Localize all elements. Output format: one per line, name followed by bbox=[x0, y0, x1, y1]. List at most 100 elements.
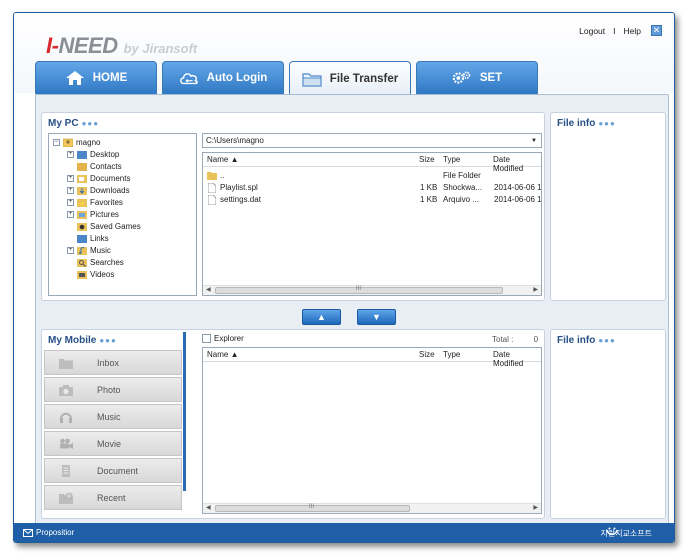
mobile-nav-document[interactable]: Document bbox=[44, 458, 182, 483]
chevron-down-icon[interactable]: ▼ bbox=[531, 136, 537, 147]
horizontal-scrollbar[interactable]: ◀ III ▶ bbox=[203, 503, 541, 513]
scroll-right-icon[interactable]: ▶ bbox=[533, 286, 538, 293]
favorites-folder-icon bbox=[77, 198, 87, 207]
scroll-right-icon[interactable]: ▶ bbox=[533, 504, 538, 511]
column-size[interactable]: Size bbox=[419, 155, 435, 164]
mobile-file-list[interactable]: Name ▲ Size Type Date Modified ◀ III ▶ bbox=[202, 347, 542, 514]
scroll-thumb[interactable]: III bbox=[215, 286, 503, 294]
tab-file-transfer-label: File Transfer bbox=[329, 72, 399, 85]
tab-home[interactable]: HOME bbox=[35, 61, 157, 94]
column-type[interactable]: Type bbox=[443, 350, 460, 359]
file-info-top-panel: File info ●●● bbox=[550, 112, 666, 301]
title-dots: ●●● bbox=[598, 119, 616, 128]
folder-icon bbox=[207, 172, 217, 180]
tree-item[interactable]: + Pictures bbox=[67, 208, 119, 220]
table-row[interactable]: Playlist.spl 1 KB Shockwa... 2014-06-06 … bbox=[203, 182, 541, 194]
my-pc-title: My PC ●●● bbox=[48, 118, 100, 129]
tree-item[interactable]: Videos bbox=[77, 268, 114, 280]
path-dropdown[interactable]: C:\Users\magno ▼ bbox=[202, 133, 542, 148]
pictures-folder-icon bbox=[77, 210, 87, 219]
status-bar: Propositior 지란지교소프트 bbox=[14, 523, 674, 542]
column-name[interactable]: Name ▲ bbox=[207, 155, 238, 164]
top-links: Logout I Help ✕ bbox=[575, 25, 662, 36]
desktop-folder-icon bbox=[77, 150, 87, 159]
links-folder-icon bbox=[77, 234, 87, 243]
mobile-nav-photo[interactable]: Photo bbox=[44, 377, 182, 402]
home-icon bbox=[65, 71, 84, 85]
file-info-title: File info ●●● bbox=[557, 335, 616, 346]
file-date: 2014-06-06 1 bbox=[494, 195, 542, 204]
tree-item[interactable]: + Downloads bbox=[67, 184, 130, 196]
file-name: settings.dat bbox=[220, 195, 261, 204]
column-size[interactable]: Size bbox=[419, 350, 435, 359]
upload-button[interactable]: ▲ bbox=[302, 309, 341, 325]
tree-item[interactable]: + Documents bbox=[67, 172, 130, 184]
expand-icon[interactable]: + bbox=[67, 150, 74, 158]
explorer-checkbox[interactable] bbox=[202, 334, 211, 343]
searches-folder-icon bbox=[77, 258, 87, 267]
tree-item[interactable]: + Favorites bbox=[67, 196, 123, 208]
tab-auto-login[interactable]: Auto Login bbox=[162, 61, 284, 94]
explorer-toggle[interactable]: Explorer bbox=[202, 334, 244, 343]
file-icon bbox=[208, 195, 216, 205]
logout-link[interactable]: Logout bbox=[579, 26, 605, 36]
my-mobile-title: My Mobile ●●● bbox=[48, 335, 117, 346]
expand-icon[interactable]: + bbox=[67, 186, 74, 194]
mobile-nav-inbox[interactable]: Inbox bbox=[44, 350, 182, 375]
nav-active-edge bbox=[183, 332, 186, 491]
folder-tree[interactable]: − magno + Desktop Contacts + Documents + Do… bbox=[48, 133, 197, 296]
scroll-left-icon[interactable]: ◀ bbox=[206, 504, 211, 511]
tab-set[interactable]: SET bbox=[416, 61, 538, 94]
contacts-folder-icon bbox=[77, 162, 87, 171]
tree-item[interactable]: + Desktop bbox=[67, 148, 119, 160]
file-type: File Folder bbox=[443, 171, 481, 180]
list-header: Name ▲ Size Type Date Modified bbox=[203, 348, 541, 368]
logo-main-text: NEED bbox=[58, 33, 118, 58]
file-icon bbox=[208, 183, 216, 193]
tab-file-transfer[interactable]: File Transfer bbox=[289, 61, 411, 95]
column-name[interactable]: Name ▲ bbox=[207, 350, 238, 359]
tree-root[interactable]: − magno bbox=[53, 136, 100, 148]
column-type[interactable]: Type bbox=[443, 155, 460, 164]
expand-icon[interactable]: + bbox=[67, 198, 74, 206]
table-row[interactable]: settings.dat 1 KB Arquivo ... 2014-06-06… bbox=[203, 194, 541, 206]
horizontal-scrollbar[interactable]: ◀ III ▶ bbox=[203, 285, 541, 295]
file-info-title: File info ●●● bbox=[557, 118, 616, 129]
tree-item[interactable]: Searches bbox=[77, 256, 124, 268]
expand-icon[interactable]: + bbox=[67, 246, 74, 254]
tab-auto-login-label: Auto Login bbox=[206, 72, 268, 84]
pc-file-list[interactable]: Name ▲ Size Type Date Modified .. File F… bbox=[202, 152, 542, 296]
tree-item[interactable]: + Music bbox=[67, 244, 111, 256]
title-bar: I-NEED by Jiransoft Logout I Help ✕ HOME… bbox=[14, 13, 674, 95]
column-date[interactable]: Date Modified bbox=[493, 350, 541, 368]
proposition-link[interactable]: Propositior bbox=[36, 528, 74, 537]
title-dots: ●●● bbox=[99, 336, 117, 345]
collapse-icon[interactable]: − bbox=[53, 138, 60, 146]
movie-camera-icon bbox=[60, 438, 73, 449]
logo-prefix: I- bbox=[46, 33, 59, 58]
file-transfer-content: My PC ●●● − magno + Desktop Contacts + Docu… bbox=[35, 94, 669, 525]
mail-icon bbox=[23, 529, 33, 537]
documents-folder-icon bbox=[77, 174, 87, 183]
table-row[interactable]: .. File Folder bbox=[203, 170, 541, 182]
total-count: Total : 0 bbox=[492, 335, 539, 344]
scroll-left-icon[interactable]: ◀ bbox=[206, 286, 211, 293]
download-button[interactable]: ▼ bbox=[357, 309, 396, 325]
tree-item[interactable]: Links bbox=[77, 232, 109, 244]
tree-item[interactable]: Saved Games bbox=[77, 220, 141, 232]
path-text: C:\Users\magno bbox=[206, 136, 264, 145]
tab-home-label: HOME bbox=[92, 72, 128, 84]
file-type: Shockwa... bbox=[443, 183, 483, 192]
saved-games-folder-icon bbox=[77, 222, 87, 231]
title-dots: ●●● bbox=[598, 336, 616, 345]
mobile-nav-recent[interactable]: Recent bbox=[44, 485, 182, 510]
expand-icon[interactable]: + bbox=[67, 174, 74, 182]
downloads-folder-icon bbox=[77, 186, 87, 195]
tree-item[interactable]: Contacts bbox=[77, 160, 122, 172]
mobile-nav-movie[interactable]: Movie bbox=[44, 431, 182, 456]
scroll-thumb[interactable]: III bbox=[215, 504, 410, 512]
close-button[interactable]: ✕ bbox=[651, 25, 662, 36]
mobile-nav-music[interactable]: Music bbox=[44, 404, 182, 429]
expand-icon[interactable]: + bbox=[67, 210, 74, 218]
help-link[interactable]: Help bbox=[624, 26, 641, 36]
